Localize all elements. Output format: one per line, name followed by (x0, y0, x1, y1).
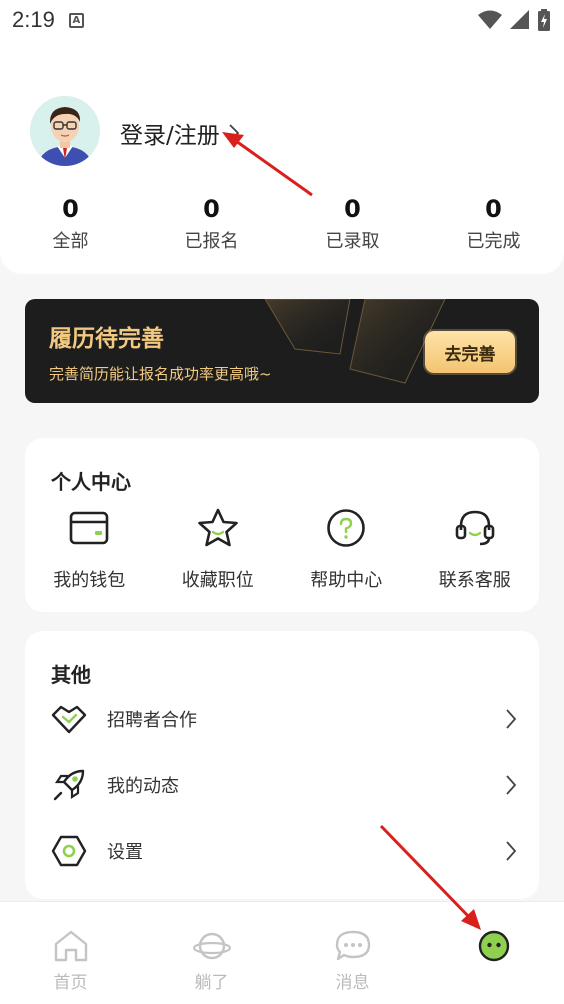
grid-item-customer-service[interactable]: 联系客服 (411, 506, 540, 592)
headset-icon (453, 506, 497, 550)
chevron-right-icon (229, 124, 240, 142)
grid-label: 联系客服 (438, 570, 511, 591)
stat-label: 已报名 (184, 231, 239, 252)
profile-card: 登录/注册 0 全部 0 已报名 0 已录取 0 已完成 (0, 40, 564, 274)
chat-icon (334, 928, 372, 964)
grid-label: 收藏职位 (181, 570, 254, 591)
help-icon (324, 506, 368, 550)
tab-label: 躺了 (194, 973, 229, 993)
stat-admitted[interactable]: 0 已录取 (282, 194, 423, 253)
hexagon-settings-icon (49, 831, 89, 871)
personal-center-card: 个人中心 我的钱包 收藏职位 帮助中心 联系客服 (25, 438, 539, 612)
grid-item-help[interactable]: 帮助中心 (282, 506, 411, 592)
rocket-icon (49, 765, 89, 805)
signal-icon (510, 10, 529, 29)
other-card: 其他 招聘者合作 我的动态 设置 (25, 631, 539, 899)
list-item-my-updates[interactable]: 我的动态 (25, 757, 539, 813)
stat-applied[interactable]: 0 已报名 (141, 194, 282, 253)
list-item-settings[interactable]: 设置 (25, 823, 539, 879)
login-register-link[interactable]: 登录/注册 (120, 116, 240, 150)
stat-value: 0 (485, 195, 502, 223)
battery-icon (538, 9, 550, 31)
chevron-right-icon (506, 775, 517, 795)
stat-all[interactable]: 0 全部 (0, 194, 141, 253)
grid-label: 帮助中心 (310, 570, 383, 591)
tab-home[interactable]: 首页 (0, 902, 141, 1004)
list-label: 设置 (107, 842, 143, 863)
tab-messages[interactable]: 消息 (282, 902, 423, 1004)
bottom-tab-bar: 首页 躺了 消息 (0, 901, 564, 1004)
smiley-face-icon (478, 928, 510, 964)
complete-resume-button[interactable]: 去完善 (425, 331, 515, 373)
other-title: 其他 (51, 663, 91, 687)
stat-label: 已录取 (325, 231, 380, 252)
chevron-right-icon (506, 841, 517, 861)
personal-center-title: 个人中心 (51, 470, 131, 494)
home-icon (53, 928, 89, 964)
tab-relax[interactable]: 躺了 (141, 902, 282, 1004)
user-avatar-icon (30, 96, 100, 166)
tab-profile[interactable] (423, 902, 564, 1004)
list-label: 招聘者合作 (107, 710, 197, 731)
star-icon (196, 506, 240, 550)
tab-label: 首页 (53, 973, 88, 993)
grid-label: 我的钱包 (53, 570, 126, 591)
personal-center-grid: 我的钱包 收藏职位 帮助中心 联系客服 (25, 506, 539, 592)
resume-banner[interactable]: 履历待完善 完善简历能让报名成功率更高哦~ 去完善 (25, 299, 539, 403)
status-left: 2:19 A (12, 7, 84, 33)
stat-value: 0 (203, 195, 220, 223)
resume-subtitle: 完善简历能让报名成功率更高哦~ (49, 365, 272, 383)
stat-value: 0 (344, 195, 361, 223)
notification-icon: A (68, 12, 84, 28)
handshake-icon (49, 699, 89, 739)
grid-item-wallet[interactable]: 我的钱包 (25, 506, 154, 592)
resume-title: 履历待完善 (49, 326, 164, 352)
status-right (478, 9, 550, 31)
wifi-icon (478, 10, 502, 29)
stat-label: 全部 (52, 231, 89, 252)
list-item-recruiter-cooperation[interactable]: 招聘者合作 (25, 691, 539, 747)
planet-icon (192, 928, 232, 964)
login-register-label: 登录/注册 (120, 123, 220, 149)
stat-value: 0 (62, 195, 79, 223)
chevron-right-icon (506, 709, 517, 729)
list-label: 我的动态 (107, 776, 179, 797)
status-time: 2:19 (12, 7, 55, 32)
avatar[interactable] (30, 96, 100, 166)
order-stats: 0 全部 0 已报名 0 已录取 0 已完成 (0, 194, 564, 253)
stat-completed[interactable]: 0 已完成 (423, 194, 564, 253)
tab-label: 消息 (335, 973, 370, 993)
stat-label: 已完成 (466, 231, 521, 252)
grid-item-favorites[interactable]: 收藏职位 (154, 506, 283, 592)
status-bar: 2:19 A (0, 0, 564, 40)
wallet-icon (67, 506, 111, 550)
